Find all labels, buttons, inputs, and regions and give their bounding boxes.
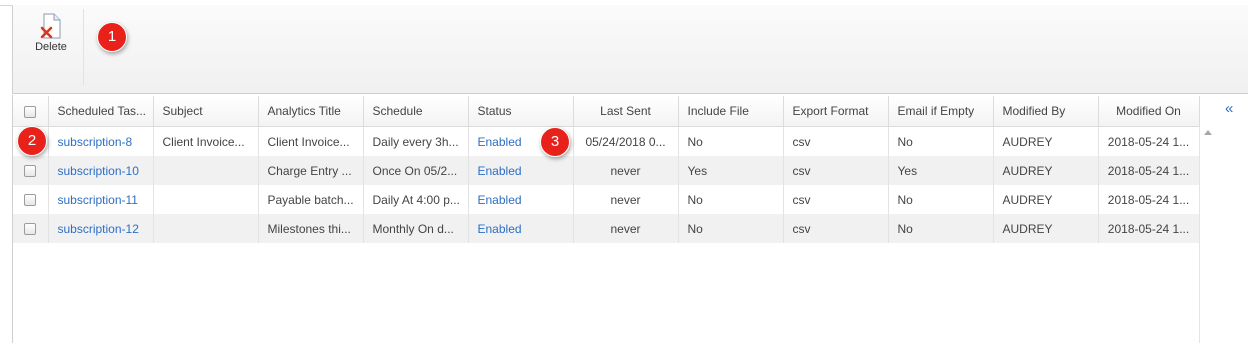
scroll-up-arrow-icon[interactable] (1204, 130, 1212, 135)
row-checkbox-cell[interactable] (13, 156, 49, 185)
scheduled-task-link[interactable]: subscription-12 (48, 214, 154, 243)
scheduled-task-link[interactable]: subscription-8 (48, 126, 154, 156)
table-row[interactable]: subscription-10 Charge Entry ... Once On… (13, 156, 1200, 185)
modified-by-cell: AUDREY (993, 126, 1099, 156)
schedule-cell: Daily every 3h... (363, 126, 469, 156)
export-format-cell: csv (783, 126, 889, 156)
schedule-cell: Daily At 4:00 p... (363, 185, 469, 214)
modified-by-cell: AUDREY (993, 214, 1099, 243)
row-checkbox[interactable] (24, 194, 37, 207)
callout-badge-2: 2 (17, 126, 47, 156)
column-header-subject[interactable]: Subject (153, 96, 259, 127)
last-sent-cell: 05/24/2018 0... (573, 126, 679, 156)
row-checkbox-cell[interactable] (13, 214, 49, 243)
table-row[interactable]: subscription-8 Client Invoice... Client … (13, 126, 1200, 156)
callout-badge-3: 3 (540, 127, 570, 157)
column-header-modified-by[interactable]: Modified By (993, 96, 1099, 127)
analytics-title-cell: Client Invoice... (258, 126, 364, 156)
select-all-checkbox[interactable] (24, 105, 37, 118)
table-row[interactable]: subscription-11 Payable batch... Daily A… (13, 185, 1200, 214)
column-header-export-format[interactable]: Export Format (783, 96, 889, 127)
last-sent-cell: never (573, 214, 679, 243)
analytics-title-cell: Milestones thi... (258, 214, 364, 243)
right-panel: « (1217, 95, 1248, 343)
email-if-empty-cell: No (888, 126, 994, 156)
schedule-cell: Monthly On d... (363, 214, 469, 243)
column-header-last-sent[interactable]: Last Sent (573, 96, 679, 127)
column-header-scheduled-task[interactable]: Scheduled Tas... (48, 96, 154, 127)
subject-cell (153, 185, 259, 214)
analytics-title-cell: Payable batch... (258, 185, 364, 214)
column-header-analytics-title[interactable]: Analytics Title (258, 96, 364, 127)
subject-cell: Client Invoice... (153, 126, 259, 156)
row-checkbox[interactable] (24, 223, 37, 236)
table-header-row: Scheduled Tas... Subject Analytics Title… (13, 96, 1200, 127)
select-all-checkbox-cell[interactable] (13, 96, 49, 127)
scheduled-task-link[interactable]: subscription-10 (48, 156, 154, 185)
delete-button[interactable]: Delete (31, 10, 71, 70)
include-file-cell: No (678, 214, 784, 243)
include-file-cell: No (678, 185, 784, 214)
column-header-schedule[interactable]: Schedule (363, 96, 469, 127)
analytics-title-cell: Charge Entry ... (258, 156, 364, 185)
scheduled-task-link[interactable]: subscription-11 (48, 185, 154, 214)
column-header-include-file[interactable]: Include File (678, 96, 784, 127)
email-if-empty-cell: No (888, 214, 994, 243)
email-if-empty-cell: Yes (888, 156, 994, 185)
export-format-cell: csv (783, 214, 889, 243)
toolbar-separator (83, 9, 84, 85)
toolbar: Delete (12, 5, 1248, 94)
table-row[interactable]: subscription-12 Milestones thi... Monthl… (13, 214, 1200, 243)
modified-by-cell: AUDREY (993, 185, 1099, 214)
modified-on-cell: 2018-05-24 1... (1098, 214, 1200, 243)
status-link[interactable]: Enabled (468, 185, 574, 214)
delete-label: Delete (35, 41, 67, 53)
column-header-status[interactable]: Status (468, 96, 574, 127)
include-file-cell: Yes (678, 156, 784, 185)
include-file-cell: No (678, 126, 784, 156)
export-format-cell: csv (783, 185, 889, 214)
row-checkbox-cell[interactable] (13, 185, 49, 214)
last-sent-cell: never (573, 156, 679, 185)
vertical-scrollbar[interactable] (1199, 126, 1217, 343)
delete-document-icon (40, 13, 61, 39)
column-header-email-if-empty[interactable]: Email if Empty (888, 96, 994, 127)
last-sent-cell: never (573, 185, 679, 214)
status-link[interactable]: Enabled (468, 214, 574, 243)
schedule-cell: Once On 05/2... (363, 156, 469, 185)
modified-on-cell: 2018-05-24 1... (1098, 156, 1200, 185)
status-link[interactable]: Enabled (468, 156, 574, 185)
row-checkbox[interactable] (24, 165, 37, 178)
export-format-cell: csv (783, 156, 889, 185)
modified-by-cell: AUDREY (993, 156, 1099, 185)
column-header-modified-on[interactable]: Modified On (1098, 96, 1200, 127)
subscriptions-table: Scheduled Tas... Subject Analytics Title… (13, 96, 1200, 243)
collapse-panel-icon[interactable]: « (1225, 100, 1233, 117)
email-if-empty-cell: No (888, 185, 994, 214)
modified-on-cell: 2018-05-24 1... (1098, 185, 1200, 214)
callout-badge-1: 1 (97, 22, 127, 52)
subject-cell (153, 214, 259, 243)
subject-cell (153, 156, 259, 185)
modified-on-cell: 2018-05-24 1... (1098, 126, 1200, 156)
